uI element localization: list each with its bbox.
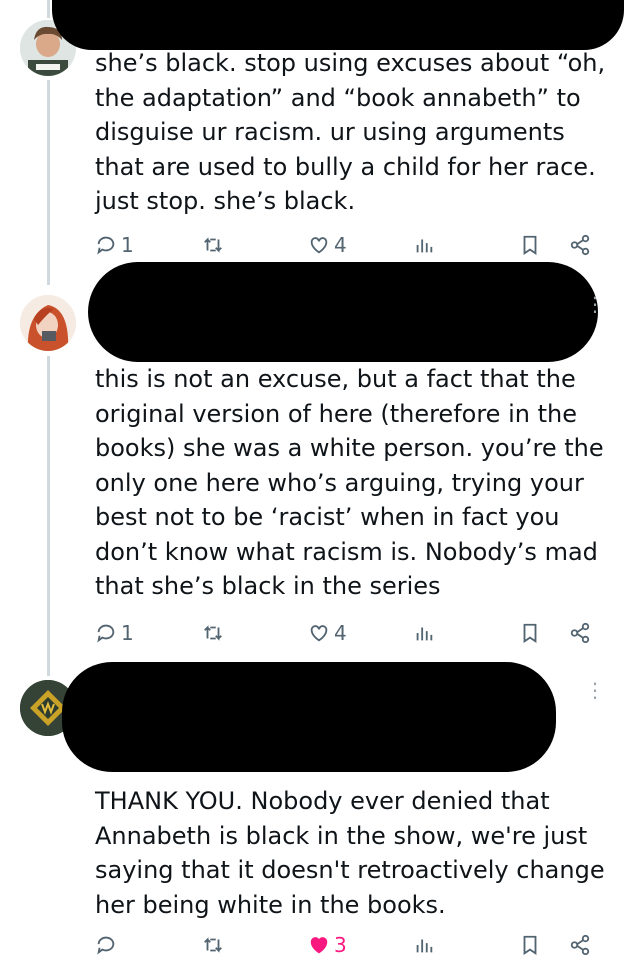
like-button[interactable]: 4 (308, 230, 347, 260)
heart-icon (310, 625, 328, 642)
reply-text: she’s black. stop using excuses about “o… (95, 49, 613, 215)
heart-icon (310, 237, 328, 254)
more-options-button[interactable]: ⋮ (585, 678, 605, 702)
reply-icon (97, 936, 115, 955)
avatar[interactable] (20, 295, 76, 351)
like-button[interactable]: 3 (308, 930, 347, 960)
share-button[interactable] (569, 618, 591, 648)
views-icon (416, 627, 433, 641)
repost-button[interactable] (202, 930, 224, 960)
like-count: 3 (334, 933, 347, 957)
reply-text: this is not an excuse, but a fact that t… (95, 365, 612, 600)
redacted-header (62, 662, 556, 772)
like-count: 4 (334, 621, 347, 645)
redacted-header (88, 262, 598, 362)
heart-icon (310, 937, 328, 954)
reply-count: 1 (121, 233, 134, 257)
like-button[interactable]: 4 (308, 618, 347, 648)
repost-button[interactable] (202, 230, 224, 260)
repost-icon (204, 625, 222, 641)
share-button[interactable] (569, 230, 591, 260)
reply-button[interactable]: 1 (95, 618, 134, 648)
like-count: 4 (334, 233, 347, 257)
bookmark-icon (523, 623, 537, 643)
reply-text: THANK YOU. Nobody ever denied that Annab… (95, 787, 613, 919)
action-bar: 3 (95, 930, 610, 960)
views-button[interactable] (413, 230, 435, 260)
views-icon (416, 239, 433, 253)
reply-button[interactable] (95, 930, 121, 960)
thread-line (47, 356, 50, 676)
action-bar: 1 4 (95, 618, 610, 648)
more-options-button[interactable]: ⋮ (585, 292, 605, 316)
bookmark-button[interactable] (519, 930, 541, 960)
action-bar: 1 4 (95, 230, 610, 260)
bookmark-icon (523, 235, 537, 255)
share-button[interactable] (569, 930, 591, 960)
reply-icon (97, 236, 115, 255)
thread-line (47, 0, 50, 18)
share-icon (570, 934, 590, 956)
bookmark-button[interactable] (519, 618, 541, 648)
reply-icon (97, 624, 115, 643)
repost-button[interactable] (202, 618, 224, 648)
share-icon (570, 234, 590, 256)
repost-icon (204, 237, 222, 253)
bookmark-icon (523, 935, 537, 955)
reply-button[interactable]: 1 (95, 230, 134, 260)
thread-line (47, 80, 50, 285)
bookmark-button[interactable] (519, 230, 541, 260)
repost-icon (204, 937, 222, 953)
views-icon (416, 939, 433, 953)
redacted-header (52, 0, 624, 50)
views-button[interactable] (413, 618, 435, 648)
views-button[interactable] (413, 930, 435, 960)
reply-count: 1 (121, 621, 134, 645)
share-icon (570, 622, 590, 644)
